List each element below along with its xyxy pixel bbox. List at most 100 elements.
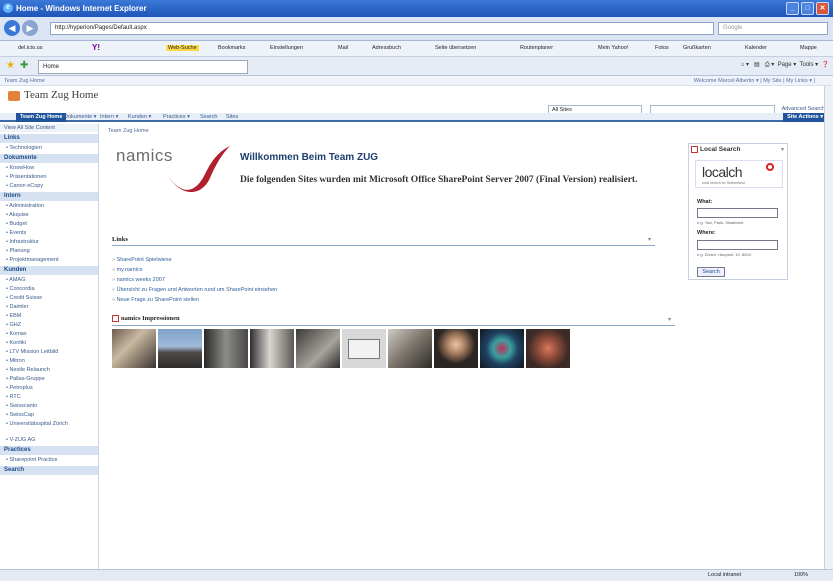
toolbar-item[interactable]: Mappe — [800, 45, 817, 51]
nav-link[interactable]: • Präsentationen — [0, 172, 98, 181]
gallery-photo[interactable] — [480, 329, 524, 368]
zoom-level[interactable]: 100% — [794, 572, 808, 578]
nav-link[interactable]: • Akquise — [0, 210, 98, 219]
toolbar-item[interactable]: Routenplaner — [520, 45, 553, 51]
webpart-menu-icon[interactable]: ▾ — [668, 316, 671, 323]
gallery-photo[interactable] — [296, 329, 340, 368]
back-button[interactable]: ◀ — [4, 20, 20, 36]
nav-link[interactable]: • Infrastruktur — [0, 237, 98, 246]
url-input[interactable]: http://hyperion/Pages/Default.aspx — [50, 22, 714, 35]
nav-link[interactable]: • Komax — [0, 329, 98, 338]
vertical-scrollbar[interactable] — [824, 86, 833, 569]
nav-link[interactable]: • Swisscanto — [0, 401, 98, 410]
search-input[interactable]: Google — [718, 22, 828, 35]
toolbar-item[interactable]: Bookmarks — [218, 45, 246, 51]
view-all-content-link[interactable]: View All Site Content — [0, 124, 98, 132]
site-title[interactable]: Team Zug Home — [24, 89, 98, 101]
nav-link[interactable]: • Pallas-Gruppe — [0, 374, 98, 383]
toolbar-item[interactable]: Seite übersetzen — [435, 45, 476, 51]
home-icon[interactable]: ⌂ ▾ — [741, 62, 749, 68]
nav-heading[interactable]: Kunden — [0, 266, 98, 275]
gallery-photo[interactable] — [388, 329, 432, 368]
print-icon[interactable]: ⎙ ▾ — [765, 62, 774, 68]
nav-link[interactable]: • Daimler — [0, 302, 98, 311]
welcome-menu[interactable]: Welcome Marcel Albertin ▾ | My Site | My… — [694, 78, 815, 84]
nav-link[interactable]: • RTC — [0, 392, 98, 401]
site-actions-menu[interactable]: Site Actions ▾ — [783, 113, 827, 122]
breadcrumb[interactable]: Team Zug Home — [108, 128, 149, 134]
page-menu[interactable]: Page — [778, 62, 792, 68]
checkbox-icon[interactable] — [691, 146, 698, 153]
tab-home[interactable]: Home — [38, 60, 248, 74]
toolbar-item[interactable]: Mail — [338, 45, 348, 51]
nav-link[interactable]: • Sharepoint Practice — [0, 455, 98, 464]
local-search-button[interactable]: Search — [697, 267, 725, 277]
what-input[interactable] — [697, 208, 778, 218]
list-item[interactable]: Übersicht zu Fragen und Antworten rund u… — [112, 285, 278, 295]
nav-link[interactable]: • Projektmanagement — [0, 255, 98, 264]
gallery-photo[interactable] — [158, 329, 202, 368]
nav-link[interactable]: • Canon eCopy — [0, 181, 98, 190]
gallery-photo[interactable] — [526, 329, 570, 368]
webpart-menu-icon[interactable]: ▾ — [648, 236, 651, 243]
tools-menu[interactable]: Tools — [799, 62, 813, 68]
nav-link[interactable]: • Administration — [0, 201, 98, 210]
where-input[interactable] — [697, 240, 778, 250]
nav-link[interactable]: • Credit Suisse — [0, 293, 98, 302]
gallery-photo[interactable] — [434, 329, 478, 368]
nav-link[interactable]: • EBM — [0, 311, 98, 320]
feeds-icon[interactable]: ▤ — [754, 62, 760, 68]
nav-link[interactable]: • GHZ — [0, 320, 98, 329]
nav-heading[interactable]: Practices — [0, 446, 98, 455]
list-item[interactable]: Neue Frage zu SharePoint stellen — [112, 295, 277, 305]
nav-practices[interactable]: Practices ▾ — [163, 114, 190, 120]
nav-link[interactable]: • Mitron — [0, 356, 98, 365]
nav-sites[interactable]: Sites — [226, 114, 238, 120]
close-button[interactable]: ✕ — [816, 2, 829, 15]
nav-link[interactable]: • Events — [0, 228, 98, 237]
toolbar-item[interactable]: Grußkarten — [683, 45, 711, 51]
nav-heading[interactable]: Search — [0, 466, 98, 475]
maximize-button[interactable]: □ — [801, 2, 814, 15]
nav-link[interactable]: • Planung — [0, 246, 98, 255]
nav-link[interactable]: • Nestle Relaunch — [0, 365, 98, 374]
toolbar-item[interactable]: Kalender — [745, 45, 767, 51]
toolbar-item[interactable]: Adressbuch — [372, 45, 401, 51]
nav-link[interactable]: • LTV Mission Leitbild — [0, 347, 98, 356]
nav-link[interactable]: • Petroplus — [0, 383, 98, 392]
nav-link[interactable]: • Technologien — [0, 143, 98, 152]
gallery-photo[interactable] — [204, 329, 248, 368]
site-link[interactable]: Team Zug Home — [4, 78, 45, 84]
nav-search[interactable]: Search — [200, 114, 217, 120]
nav-link[interactable]: • Universitätsspital Zürich — [0, 419, 98, 435]
delicious-button[interactable]: del.icio.us — [18, 45, 42, 51]
nav-heading[interactable]: Links — [0, 134, 98, 143]
add-favorite-icon[interactable]: ✚ — [20, 60, 28, 71]
nav-link[interactable]: • V-ZUG AG — [0, 435, 98, 444]
nav-link[interactable]: • Budget — [0, 219, 98, 228]
list-item[interactable]: my.namics — [112, 265, 277, 275]
forward-button[interactable]: ▶ — [22, 20, 38, 36]
nav-link[interactable]: • KnowHow — [0, 163, 98, 172]
nav-heading[interactable]: Intern — [0, 192, 98, 201]
nav-heading[interactable]: Dokumente — [0, 154, 98, 163]
nav-link[interactable]: • Concordia — [0, 284, 98, 293]
nav-link[interactable]: • SwissCap — [0, 410, 98, 419]
gallery-photo[interactable] — [342, 329, 386, 368]
webpart-menu-icon[interactable]: ▾ — [781, 146, 784, 153]
toolbar-item[interactable]: Mein Yahoo! — [598, 45, 628, 51]
nav-home[interactable]: Team Zug Home — [16, 113, 67, 122]
help-icon[interactable]: ❓ — [822, 62, 829, 68]
websuche-button[interactable]: Web-Suche — [166, 45, 199, 51]
nav-intern[interactable]: Intern ▾ — [100, 114, 118, 120]
nav-kunden[interactable]: Kunden ▾ — [128, 114, 151, 120]
toolbar-item[interactable]: Fotos — [655, 45, 669, 51]
nav-link[interactable]: • Kontiki — [0, 338, 98, 347]
nav-dokumente[interactable]: Dokumente ▾ — [64, 114, 96, 120]
yahoo-logo[interactable]: Y! — [92, 43, 100, 52]
list-item[interactable]: SharePoint Spielwiese — [112, 255, 277, 265]
star-icon[interactable]: ★ — [6, 60, 15, 71]
nav-link[interactable]: • AMAG — [0, 275, 98, 284]
advanced-search-link[interactable]: Advanced Search — [782, 106, 825, 112]
checkbox-icon[interactable] — [112, 315, 119, 323]
